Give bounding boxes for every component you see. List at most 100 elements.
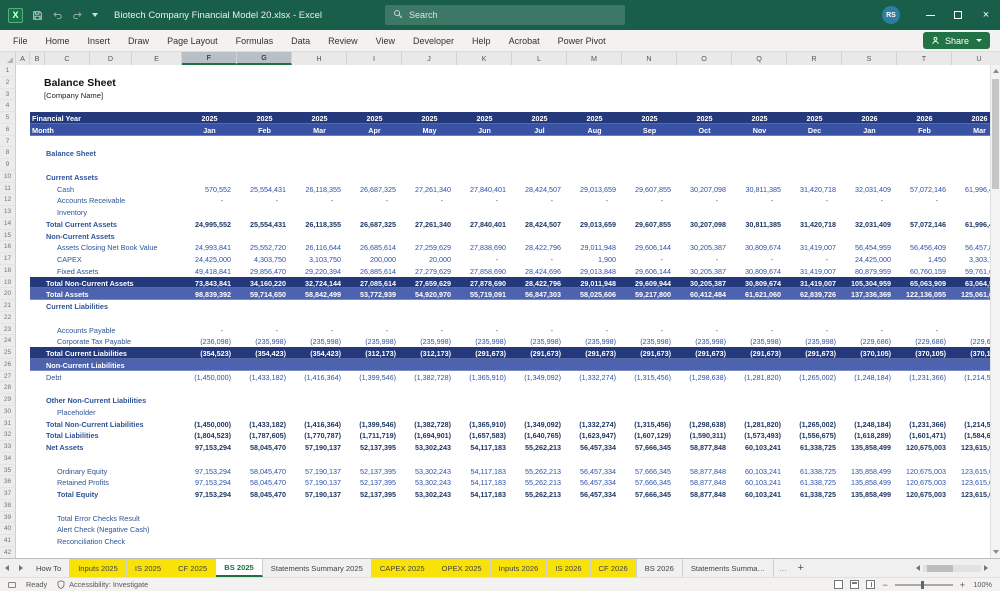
cell[interactable]: - — [512, 326, 561, 335]
cell[interactable]: 49,418,841 — [182, 267, 231, 276]
cell[interactable]: 31,420,718 — [787, 220, 836, 229]
cell[interactable]: (235,998) — [622, 337, 671, 346]
cell[interactable]: (1,584,653) — [952, 431, 990, 440]
row-number-11[interactable]: 11 — [0, 182, 16, 195]
row-number-29[interactable]: 29 — [0, 394, 16, 406]
more-sheets-button[interactable]: … — [774, 559, 792, 577]
cell-label-alert-check-negative-cash[interactable]: Alert Check (Negative Cash) — [57, 525, 149, 534]
cell-label-company-name[interactable]: [Company Name] — [44, 91, 103, 100]
cell[interactable]: (354,523) — [182, 349, 231, 358]
row-number-18[interactable]: 18 — [0, 264, 16, 277]
page-break-view-icon[interactable] — [866, 580, 876, 589]
row-number-14[interactable]: 14 — [0, 217, 16, 230]
search-box[interactable]: Search — [385, 5, 625, 25]
cell[interactable]: 57,190,137 — [292, 467, 341, 476]
cell-label-financial-year[interactable]: Financial Year — [32, 114, 81, 123]
minimize-button[interactable] — [916, 0, 944, 30]
cell[interactable]: 31,419,007 — [787, 267, 836, 276]
row-number-23[interactable]: 23 — [0, 323, 16, 336]
cell[interactable]: (235,998) — [567, 337, 616, 346]
cell[interactable]: 1,900 — [567, 255, 616, 264]
close-button[interactable]: × — [972, 0, 1000, 30]
cell[interactable]: (291,673) — [732, 349, 781, 358]
cell[interactable]: 34,160,220 — [237, 279, 286, 288]
cell[interactable]: 137,336,369 — [842, 290, 891, 299]
cell-label-current-assets[interactable]: Current Assets — [46, 173, 98, 182]
cell[interactable]: 55,262,213 — [512, 490, 561, 499]
cell[interactable]: (1,618,289) — [842, 431, 891, 440]
cell[interactable]: (291,673) — [622, 349, 671, 358]
row-number-16[interactable]: 16 — [0, 241, 16, 253]
cell[interactable]: (1,416,364) — [292, 420, 341, 429]
cell-label-total-assets[interactable]: Total Assets — [46, 290, 89, 299]
cell[interactable]: 27,840,401 — [457, 185, 506, 194]
menu-tab-insert[interactable]: Insert — [79, 30, 120, 51]
cell-label-total-current-assets[interactable]: Total Current Assets — [46, 220, 117, 229]
cell[interactable]: Mar — [952, 126, 990, 135]
cell[interactable]: (235,998) — [512, 337, 561, 346]
cell[interactable]: - — [787, 255, 836, 264]
cell[interactable]: (1,590,311) — [677, 431, 726, 440]
tab-scroll-left[interactable] — [0, 559, 14, 577]
cell[interactable]: 28,422,796 — [512, 243, 561, 252]
user-avatar[interactable]: RS — [882, 6, 900, 24]
cell[interactable]: (1,640,765) — [512, 431, 561, 440]
cell[interactable]: - — [237, 196, 286, 205]
cell[interactable]: (1,365,910) — [457, 420, 506, 429]
excel-app-icon[interactable]: X — [8, 7, 23, 23]
cell[interactable]: (1,298,638) — [677, 420, 726, 429]
cell-label-assets-closing-net-book-value[interactable]: Assets Closing Net Book Value — [57, 243, 157, 252]
cell[interactable]: (235,998) — [237, 337, 286, 346]
row-number-12[interactable]: 12 — [0, 194, 16, 206]
cell-label-non-current-assets[interactable]: Non-Current Assets — [46, 232, 115, 241]
cell[interactable]: - — [732, 196, 781, 205]
column-header-N[interactable]: N — [622, 52, 677, 65]
cell[interactable]: 55,262,213 — [512, 443, 561, 452]
cell[interactable]: Aug — [567, 126, 622, 135]
menu-tab-developer[interactable]: Developer — [404, 30, 463, 51]
cell[interactable]: 26,118,355 — [292, 185, 341, 194]
cell[interactable]: 57,666,345 — [622, 478, 671, 487]
cell[interactable]: (1,601,471) — [897, 431, 946, 440]
cell[interactable]: 105,304,959 — [842, 279, 891, 288]
cell[interactable]: (291,673) — [457, 349, 506, 358]
cell[interactable]: 53,302,243 — [402, 490, 451, 499]
cell[interactable]: 54,117,183 — [457, 490, 506, 499]
cell[interactable]: (312,173) — [347, 349, 396, 358]
row-number-4[interactable]: 4 — [0, 100, 16, 112]
cell-label-retained-profits[interactable]: Retained Profits — [57, 478, 109, 487]
hscroll-right-arrow[interactable] — [984, 565, 988, 571]
scroll-up-arrow[interactable] — [991, 65, 1000, 77]
cell[interactable]: - — [512, 196, 561, 205]
cell[interactable]: 57,072,146 — [897, 185, 946, 194]
row-number-36[interactable]: 36 — [0, 476, 16, 488]
cell[interactable]: 120,675,003 — [897, 443, 946, 452]
cell[interactable]: - — [677, 255, 726, 264]
cell[interactable]: 60,760,159 — [897, 267, 946, 276]
cell[interactable]: 54,117,183 — [457, 467, 506, 476]
cell[interactable]: (1,433,182) — [237, 373, 286, 382]
cell[interactable]: 24,425,000 — [182, 255, 231, 264]
cell[interactable]: (1,349,092) — [512, 373, 561, 382]
cell[interactable]: 52,137,395 — [347, 467, 396, 476]
cell[interactable]: 58,842,499 — [292, 290, 341, 299]
cell[interactable]: 54,117,183 — [457, 478, 506, 487]
cell[interactable]: (1,770,787) — [292, 431, 341, 440]
cell[interactable]: 56,457,334 — [567, 443, 616, 452]
cell[interactable]: (291,673) — [677, 349, 726, 358]
cell[interactable]: 30,207,098 — [677, 220, 726, 229]
cell[interactable]: 56,454,959 — [842, 243, 891, 252]
cell-label-total-error-checks-result[interactable]: Total Error Checks Result — [57, 514, 140, 523]
cell[interactable]: 27,085,614 — [347, 279, 396, 288]
cell[interactable]: 30,809,674 — [732, 243, 781, 252]
cell[interactable]: 570,552 — [182, 185, 231, 194]
share-button[interactable]: Share — [922, 32, 990, 49]
row-number-37[interactable]: 37 — [0, 488, 16, 500]
column-header-B[interactable]: B — [30, 52, 45, 65]
cell[interactable]: (1,349,092) — [512, 420, 561, 429]
cell[interactable]: 30,809,674 — [732, 267, 781, 276]
cell[interactable]: 57,190,137 — [292, 490, 341, 499]
cell[interactable]: (229,686) — [897, 337, 946, 346]
cell[interactable]: (370,105) — [842, 349, 891, 358]
cell[interactable]: 26,687,325 — [347, 185, 396, 194]
